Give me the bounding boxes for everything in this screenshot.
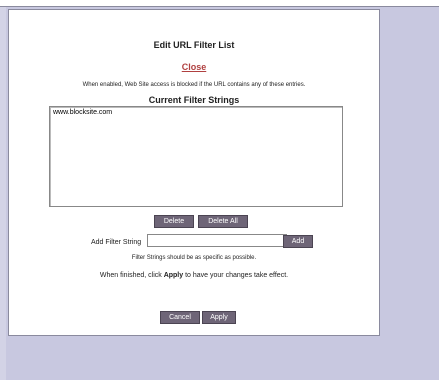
finish-suffix: to have your changes take effect. xyxy=(183,272,289,279)
filter-list-box[interactable]: www.blocksite.com xyxy=(49,106,343,207)
page-background: Edit URL Filter List Close When enabled,… xyxy=(0,0,439,380)
add-button[interactable]: Add xyxy=(283,235,313,248)
page-title: Edit URL Filter List xyxy=(153,40,235,50)
apply-button[interactable]: Apply xyxy=(202,311,236,324)
left-strip xyxy=(0,7,6,380)
add-filter-input[interactable] xyxy=(147,234,287,247)
top-divider xyxy=(0,6,439,7)
delete-button[interactable]: Delete xyxy=(154,215,194,228)
finish-instructions: When finished, click Apply to have your … xyxy=(9,272,379,279)
cancel-button[interactable]: Cancel xyxy=(160,311,200,324)
add-filter-label: Add Filter String xyxy=(91,239,142,246)
filter-panel: Edit URL Filter List Close When enabled,… xyxy=(8,9,380,336)
hint-text: Filter Strings should be as specific as … xyxy=(131,255,257,261)
filter-list-heading: Current Filter Strings xyxy=(148,95,240,105)
description-text: When enabled, Web Site access is blocked… xyxy=(82,82,306,88)
finish-prefix: When finished, click xyxy=(99,272,164,279)
delete-all-button[interactable]: Delete All xyxy=(198,215,248,228)
close-link[interactable]: Close xyxy=(9,62,379,72)
filter-list-item[interactable]: www.blocksite.com xyxy=(53,109,112,116)
finish-apply-emphasis: Apply xyxy=(163,272,184,279)
